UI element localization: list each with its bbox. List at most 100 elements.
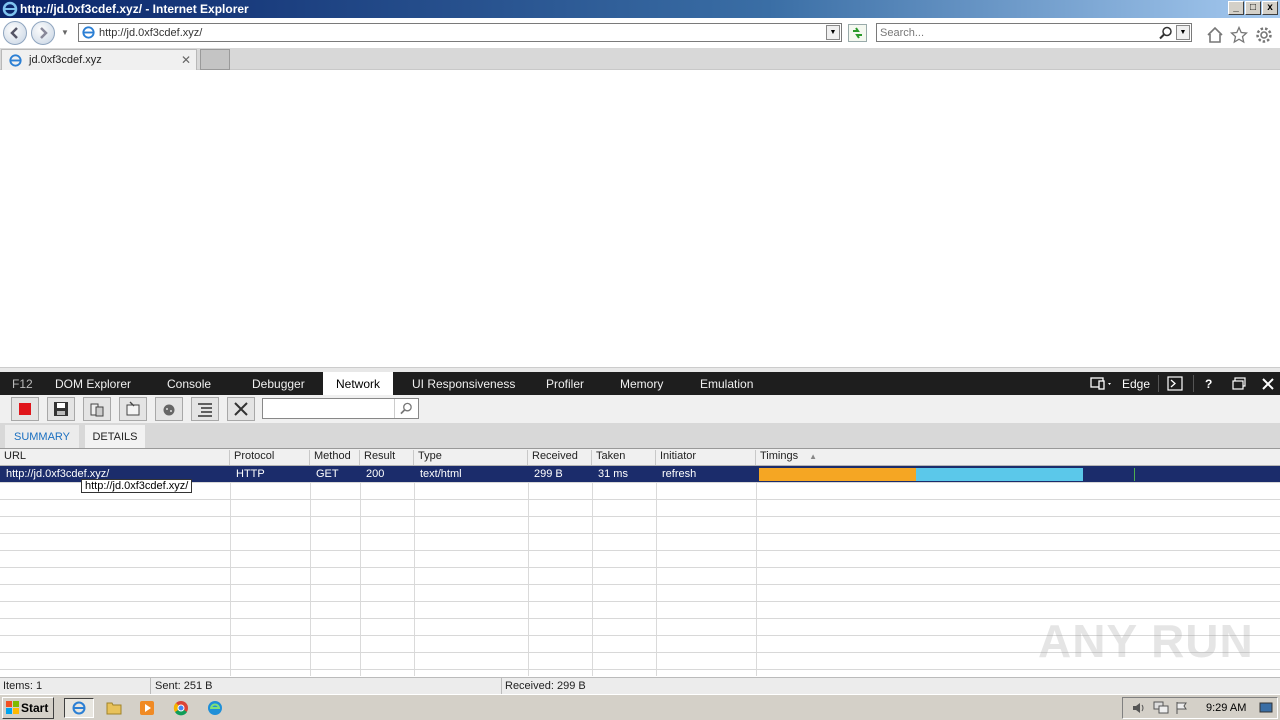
console-toggle-icon[interactable] (1167, 376, 1183, 391)
column-header-received[interactable]: Received (528, 450, 592, 465)
clear-cache-button[interactable] (119, 397, 147, 421)
column-header-result[interactable]: Result (360, 450, 414, 465)
folder-icon (106, 702, 122, 715)
start-label: Start (21, 701, 49, 715)
f12-label: F12 (12, 377, 33, 391)
column-header-timings[interactable]: Timings ▲ (756, 450, 1280, 465)
network-toolbar (0, 395, 1280, 423)
search-icon[interactable] (1159, 26, 1173, 40)
url-tooltip: http://jd.0xf3cdef.xyz/ (81, 479, 193, 493)
start-button[interactable]: Start (2, 697, 54, 719)
home-icon[interactable] (1206, 26, 1224, 44)
devtools-statusbar: Items: 1 Sent: 251 B Received: 299 B (0, 677, 1280, 694)
address-bar[interactable]: ▼ (78, 23, 842, 42)
column-header-url[interactable]: URL (0, 450, 230, 465)
filter-search-button[interactable] (394, 399, 418, 418)
column-header-method[interactable]: Method (310, 450, 360, 465)
settings-gear-icon[interactable] (1255, 26, 1273, 44)
column-header-protocol[interactable]: Protocol (230, 450, 310, 465)
device-target-icon[interactable] (1090, 377, 1114, 391)
undock-icon[interactable] (1232, 377, 1246, 390)
internet-explorer-icon (2, 1, 18, 17)
status-items: Items: 1 (3, 680, 43, 692)
cell-protocol: HTTP (236, 468, 265, 480)
back-button[interactable] (3, 21, 27, 45)
window-title: http://jd.0xf3cdef.xyz/ - Internet Explo… (20, 2, 249, 16)
tab-ui-responsiveness[interactable]: UI Responsiveness (402, 372, 527, 395)
always-refresh-button[interactable] (83, 397, 111, 421)
internet-explorer-icon (72, 701, 86, 715)
clear-session-button[interactable] (227, 397, 255, 421)
clear-cookies-button[interactable] (155, 397, 183, 421)
network-request-grid: URL Protocol Method Result Type Received… (0, 448, 1280, 676)
forward-arrow-icon (40, 27, 48, 39)
restore-button[interactable]: □ (1245, 1, 1261, 15)
tab-title: jd.0xf3cdef.xyz (29, 54, 102, 66)
tab-network[interactable]: Network (323, 372, 393, 395)
tab-emulation[interactable]: Emulation (690, 372, 770, 395)
tab-profiler[interactable]: Profiler (536, 372, 600, 395)
filter-box[interactable] (262, 398, 419, 419)
tab-favicon-icon (9, 54, 22, 67)
taskbar-chrome[interactable] (170, 698, 192, 718)
taskbar-media-player[interactable] (136, 698, 158, 718)
anyrun-watermark: ANY RUN (1038, 615, 1254, 667)
windows-flag-icon (6, 701, 19, 714)
favorites-star-icon[interactable] (1230, 26, 1248, 44)
column-header-initiator[interactable]: Initiator (656, 450, 756, 465)
column-header-type[interactable]: Type (414, 450, 528, 465)
taskbar-file-explorer[interactable] (103, 698, 125, 718)
close-button[interactable]: x (1262, 1, 1278, 15)
timing-receiving-bar (916, 468, 1083, 481)
volume-icon[interactable] (1131, 701, 1147, 715)
filter-search-icon (400, 402, 412, 415)
browser-tab[interactable]: jd.0xf3cdef.xyz ✕ (1, 49, 197, 70)
taskbar-internet-explorer[interactable] (64, 698, 94, 718)
back-arrow-icon (10, 27, 18, 39)
status-sent: Sent: 251 B (155, 680, 213, 692)
address-dropdown-button[interactable]: ▼ (826, 25, 840, 40)
tab-debugger[interactable]: Debugger (242, 372, 316, 395)
navigation-bar: ▼ ▼ ▼ (0, 18, 1280, 48)
tab-console[interactable]: Console (157, 372, 227, 395)
save-icon (54, 402, 68, 416)
close-devtools-icon[interactable] (1262, 378, 1274, 390)
clear-entries-on-navigate-button[interactable] (191, 397, 219, 421)
history-dropdown-icon[interactable]: ▼ (61, 28, 69, 37)
taskbar-edge[interactable] (204, 698, 226, 718)
search-input[interactable] (880, 25, 1150, 40)
cell-received: 299 B (534, 468, 563, 480)
filter-input[interactable] (265, 401, 393, 416)
show-desktop-icon[interactable] (1259, 701, 1273, 715)
address-input[interactable] (99, 25, 819, 40)
stop-profiling-button[interactable] (11, 397, 39, 421)
status-received: Received: 299 B (505, 680, 586, 692)
empty-row (0, 551, 1280, 568)
export-har-button[interactable] (47, 397, 75, 421)
network-icon[interactable] (1153, 701, 1169, 715)
column-header-taken[interactable]: Taken (592, 450, 656, 465)
network-view-tabs: SUMMARY DETAILS (0, 423, 1280, 448)
page-content[interactable] (0, 71, 1280, 367)
new-tab-button[interactable] (200, 49, 230, 70)
tab-details[interactable]: DETAILS (85, 425, 145, 448)
tab-close-icon[interactable]: ✕ (181, 53, 191, 67)
empty-row (0, 517, 1280, 534)
empty-row (0, 534, 1280, 551)
cell-type: text/html (420, 468, 462, 480)
cell-result: 200 (366, 468, 385, 480)
minimize-button[interactable]: _ (1228, 1, 1244, 15)
grid-header: URL Protocol Method Result Type Received… (0, 449, 1280, 466)
tab-dom-explorer[interactable]: DOM Explorer (45, 372, 139, 395)
search-dropdown-button[interactable]: ▼ (1176, 25, 1190, 40)
clear-cookies-icon (163, 404, 175, 416)
tab-summary[interactable]: SUMMARY (5, 425, 79, 448)
stop-icon (19, 403, 31, 415)
search-box[interactable]: ▼ (876, 23, 1192, 42)
forward-button[interactable] (31, 21, 55, 45)
empty-row (0, 568, 1280, 585)
taskbar-clock[interactable]: 9:29 AM (1206, 702, 1246, 714)
refresh-button[interactable] (848, 24, 867, 42)
tab-memory[interactable]: Memory (610, 372, 680, 395)
action-center-flag-icon[interactable] (1175, 701, 1189, 715)
